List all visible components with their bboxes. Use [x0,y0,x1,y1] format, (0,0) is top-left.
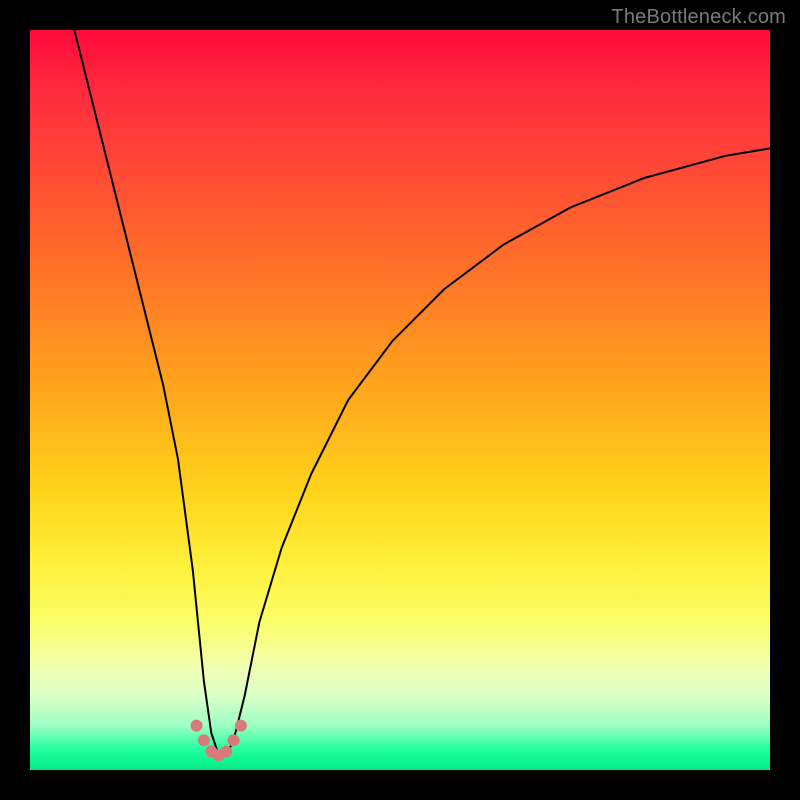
curve-line [74,30,770,755]
bottleneck-curve [30,30,770,770]
chart-frame: TheBottleneck.com [0,0,800,800]
trough-dot [198,734,210,746]
trough-dot [220,746,232,758]
trough-dots [191,720,247,762]
trough-dot [228,734,240,746]
trough-dot [235,720,247,732]
trough-dot [191,720,203,732]
plot-area [30,30,770,770]
attribution-watermark: TheBottleneck.com [611,6,786,29]
